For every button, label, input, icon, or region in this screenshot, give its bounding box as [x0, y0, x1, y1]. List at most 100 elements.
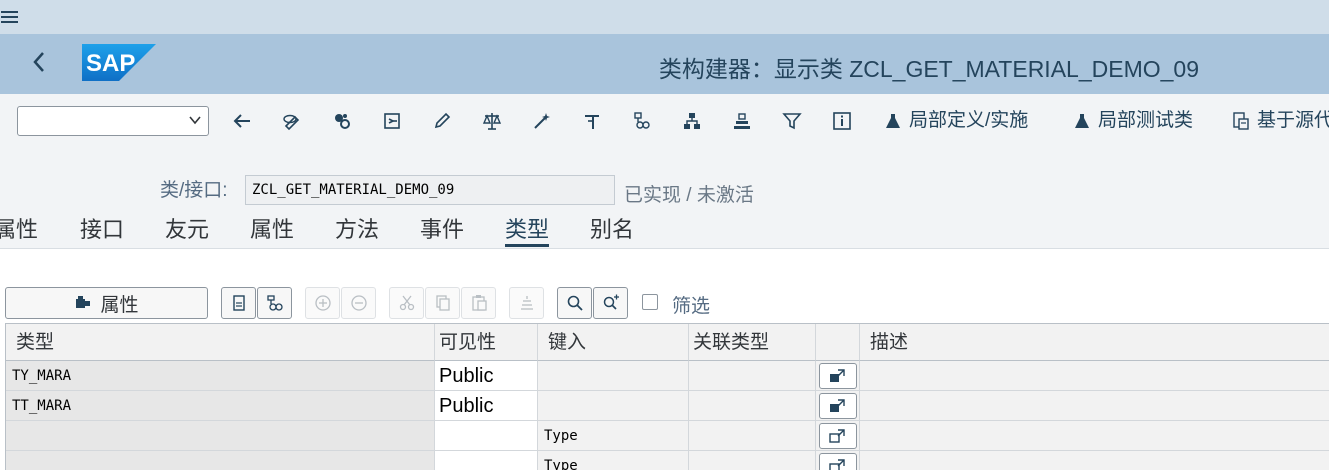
type-name-cell[interactable] [6, 451, 435, 470]
menu-icon[interactable] [0, 7, 20, 27]
navigate-button[interactable] [819, 453, 857, 470]
back-arrow-icon[interactable] [230, 109, 254, 133]
source-code-based-button[interactable]: 基于源代 [1233, 108, 1329, 134]
chevron-down-icon [189, 116, 201, 125]
navigate-button[interactable] [819, 363, 857, 389]
sap-logo: SAP [82, 44, 156, 81]
tab-friends[interactable]: 友元 [165, 216, 209, 244]
attributes-button-label: 属性 [100, 294, 139, 316]
tab-properties[interactable]: 属性 [0, 216, 38, 244]
local-definitions-label: 局部定义/实施 [909, 110, 1029, 131]
visibility-cell[interactable]: Public [435, 391, 538, 421]
typing-cell[interactable] [538, 361, 689, 391]
description-cell[interactable] [860, 421, 1329, 451]
column-header-type[interactable]: 类型 [6, 324, 435, 361]
direct-type-entry-icon [829, 459, 845, 470]
filter-icon[interactable] [780, 109, 804, 133]
type-name-cell[interactable] [6, 421, 435, 451]
description-cell[interactable] [860, 391, 1329, 421]
class-interface-label: 类/接口: [160, 180, 228, 201]
column-header-navigate [816, 324, 860, 361]
back-button[interactable] [26, 50, 52, 78]
table-row: TY_MARA Public [6, 361, 1329, 391]
tab-methods[interactable]: 方法 [335, 216, 379, 244]
type-name-cell[interactable]: TY_MARA [6, 361, 435, 391]
undo-button[interactable] [509, 287, 544, 319]
associated-type-cell[interactable] [689, 451, 816, 470]
cut-button[interactable] [389, 287, 424, 319]
local-test-classes-button[interactable]: 局部测试类 [1074, 108, 1193, 134]
column-header-typing[interactable]: 键入 [538, 324, 689, 361]
associated-type-cell[interactable] [689, 361, 816, 391]
associated-type-cell[interactable] [689, 391, 816, 421]
navigate-cell [816, 391, 860, 421]
tab-aliases[interactable]: 别名 [590, 216, 634, 244]
associated-type-cell[interactable] [689, 421, 816, 451]
stack-icon[interactable] [730, 109, 754, 133]
delete-row-button[interactable] [341, 287, 376, 319]
find-next-button[interactable] [593, 287, 628, 319]
table-row: TT_MARA Public [6, 391, 1329, 421]
check-syntax-icon[interactable] [480, 109, 504, 133]
typing-cell[interactable]: Type [538, 451, 689, 470]
info-icon[interactable] [830, 109, 854, 133]
insert-row-button[interactable] [305, 287, 340, 319]
scissors-icon [399, 295, 414, 311]
tab-types[interactable]: 类型 [505, 216, 550, 247]
navigate-button[interactable] [819, 393, 857, 419]
tab-interfaces[interactable]: 接口 [80, 216, 124, 244]
navigate-cell [816, 451, 860, 470]
typing-cell[interactable] [538, 391, 689, 421]
paste-button[interactable] [461, 287, 496, 319]
typing-cell[interactable]: Type [538, 421, 689, 451]
search-icon [567, 295, 583, 311]
tab-events[interactable]: 事件 [420, 216, 464, 244]
flask-icon [1075, 114, 1089, 128]
hierarchy-icon[interactable] [630, 109, 654, 133]
document-icon [232, 295, 245, 311]
description-cell[interactable] [860, 451, 1329, 470]
column-header-associated-type[interactable]: 关联类型 [689, 324, 816, 361]
minus-circle-icon [350, 295, 367, 311]
object-list-icon[interactable] [680, 109, 704, 133]
type-name-cell[interactable]: TT_MARA [6, 391, 435, 421]
filter-checkbox[interactable] [642, 294, 658, 310]
direct-type-entry-icon [830, 369, 845, 382]
other-object-icon[interactable] [380, 109, 404, 133]
attributes-button[interactable]: 属性 [5, 287, 208, 319]
display-change-icon[interactable] [280, 109, 304, 133]
hierarchy-icon [266, 295, 283, 311]
detail-view-button[interactable] [221, 287, 256, 319]
column-header-description[interactable]: 描述 [860, 324, 1329, 361]
visibility-cell[interactable]: Public [435, 361, 538, 391]
activate-wand-icon[interactable] [530, 109, 554, 133]
where-used-icon[interactable] [580, 109, 604, 133]
edit-pencil-icon[interactable] [430, 109, 454, 133]
filter-label: 筛选 [672, 296, 711, 317]
source-code-based-label: 基于源代 [1257, 110, 1329, 131]
tab-attributes[interactable]: 属性 [250, 216, 294, 244]
copy-button[interactable] [425, 287, 460, 319]
find-button[interactable] [557, 287, 592, 319]
navigate-cell [816, 361, 860, 391]
plus-circle-icon [314, 295, 331, 311]
description-cell[interactable] [860, 361, 1329, 391]
navigate-button[interactable] [819, 423, 857, 449]
svg-text:SAP: SAP [86, 50, 135, 77]
class-status-text: 已实现 / 未激活 [624, 185, 754, 206]
navigate-cell [816, 421, 860, 451]
flask-icon [886, 114, 900, 128]
copy-icon [435, 295, 450, 311]
top-menu-bar [0, 0, 1329, 34]
chevron-left-icon [33, 52, 44, 72]
column-header-visibility[interactable]: 可见性 [435, 324, 538, 361]
visibility-cell[interactable] [435, 421, 538, 451]
local-definitions-button[interactable]: 局部定义/实施 [885, 108, 1028, 134]
hierarchy-view-button[interactable] [257, 287, 292, 319]
command-field[interactable] [17, 106, 209, 136]
search-plus-icon [603, 294, 619, 310]
class-name-field[interactable]: ZCL_GET_MATERIAL_DEMO_09 [245, 175, 615, 205]
active-inactive-icon[interactable] [330, 109, 354, 133]
direct-type-entry-icon [830, 399, 845, 412]
visibility-cell[interactable] [435, 451, 538, 470]
